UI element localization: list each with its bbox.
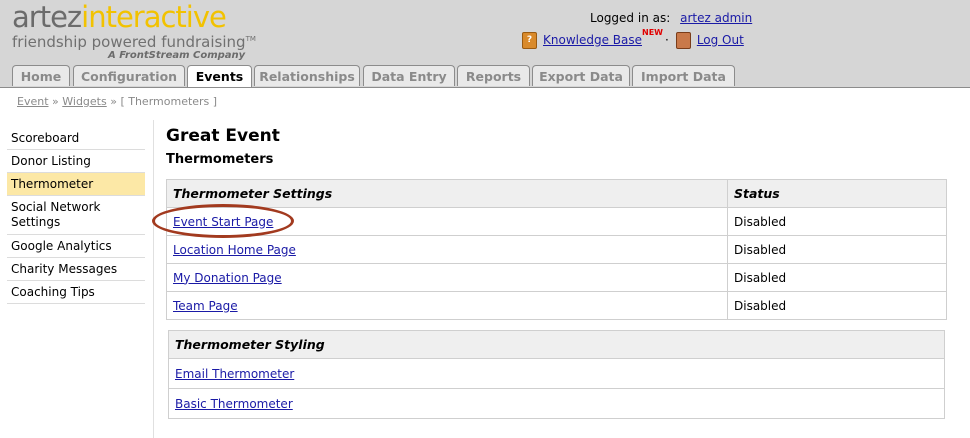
sidebar-divider [153,120,154,438]
column-header-styling: Thermometer Styling [168,330,945,359]
logo-tagline: friendship powered fundraising [12,33,246,51]
sidebar: Scoreboard Donor Listing Thermometer Soc… [7,127,145,304]
sidebar-item-thermometer[interactable]: Thermometer [7,173,145,196]
sidebar-item-coaching-tips[interactable]: Coaching Tips [7,281,145,304]
column-header-status: Status [727,179,947,208]
tab-export-data[interactable]: Export Data [532,65,630,86]
breadcrumb-sep: » [110,95,117,108]
status-cell: Disabled [727,263,947,292]
logo-trademark: TM [245,35,256,43]
table-row: Team Page Disabled [166,291,947,320]
new-badge: NEW [642,28,663,37]
breadcrumb-sep: » [52,95,59,108]
logo-word-interactive: interactive [81,0,227,34]
email-thermometer-link[interactable]: Email Thermometer [175,367,294,381]
status-cell: Disabled [727,291,947,320]
section-title: Thermometers [166,152,274,167]
team-page-link[interactable]: Team Page [173,299,238,313]
breadcrumb-current: [ Thermometers ] [120,95,218,108]
knowledge-base-link[interactable]: Knowledge Base [543,33,642,47]
tab-relationships[interactable]: Relationships [254,65,360,86]
table-row: Email Thermometer [168,358,945,389]
login-status: Logged in as: artez admin [590,11,752,25]
sidebar-item-social-network-settings[interactable]: Social Network Settings [7,196,145,235]
breadcrumb: Event » Widgets » [ Thermometers ] [17,95,217,108]
table-row: My Donation Page Disabled [166,263,947,292]
logout-door-icon [675,32,691,49]
tab-data-entry[interactable]: Data Entry [363,65,455,86]
table-cell: Email Thermometer [168,358,945,389]
header: artezinteractive friendship powered fund… [0,0,970,88]
column-header-settings: Thermometer Settings [166,179,728,208]
table-row: Location Home Page Disabled [166,235,947,264]
header-links: ? Knowledge BaseNEW· Log Out [522,28,744,50]
tab-import-data[interactable]: Import Data [632,65,735,86]
sidebar-item-charity-messages[interactable]: Charity Messages [7,258,145,281]
table-row: Basic Thermometer [168,388,945,419]
thermometer-styling-table: Thermometer Styling Email Thermometer Ba… [168,330,945,419]
breadcrumb-event[interactable]: Event [17,95,49,108]
table-header-row: Thermometer Settings Status [166,179,947,208]
table-cell: My Donation Page [166,263,728,292]
logo-company: A FrontStream Company [108,50,246,61]
knowledge-base-icon: ? [522,32,537,49]
table-cell: Location Home Page [166,235,728,264]
logged-in-label: Logged in as: [590,11,671,25]
tab-configuration[interactable]: Configuration [73,65,185,86]
artez-logo[interactable]: artezinteractive friendship powered fund… [12,3,256,62]
separator-dot: · [664,33,669,47]
sidebar-item-google-analytics[interactable]: Google Analytics [7,235,145,258]
thermometer-settings-table: Thermometer Settings Status Event Start … [166,179,947,320]
table-cell: Basic Thermometer [168,388,945,419]
sidebar-item-scoreboard[interactable]: Scoreboard [7,127,145,150]
logout-link[interactable]: Log Out [697,33,744,47]
tab-home[interactable]: Home [12,65,70,86]
tab-baseline [0,87,970,88]
table-cell: Team Page [166,291,728,320]
status-cell: Disabled [727,235,947,264]
page-title: Great Event [166,126,280,146]
table-header-row: Thermometer Styling [168,330,945,359]
sidebar-item-donor-listing[interactable]: Donor Listing [7,150,145,173]
logo-word-artez: artez [12,0,82,34]
my-donation-page-link[interactable]: My Donation Page [173,271,282,285]
status-cell: Disabled [727,207,947,236]
tab-events[interactable]: Events [187,65,252,88]
basic-thermometer-link[interactable]: Basic Thermometer [175,397,293,411]
location-home-page-link[interactable]: Location Home Page [173,243,296,257]
breadcrumb-widgets[interactable]: Widgets [62,95,106,108]
highlight-annotation-ring [152,204,294,238]
user-link[interactable]: artez admin [680,11,752,25]
tab-reports[interactable]: Reports [457,65,530,86]
